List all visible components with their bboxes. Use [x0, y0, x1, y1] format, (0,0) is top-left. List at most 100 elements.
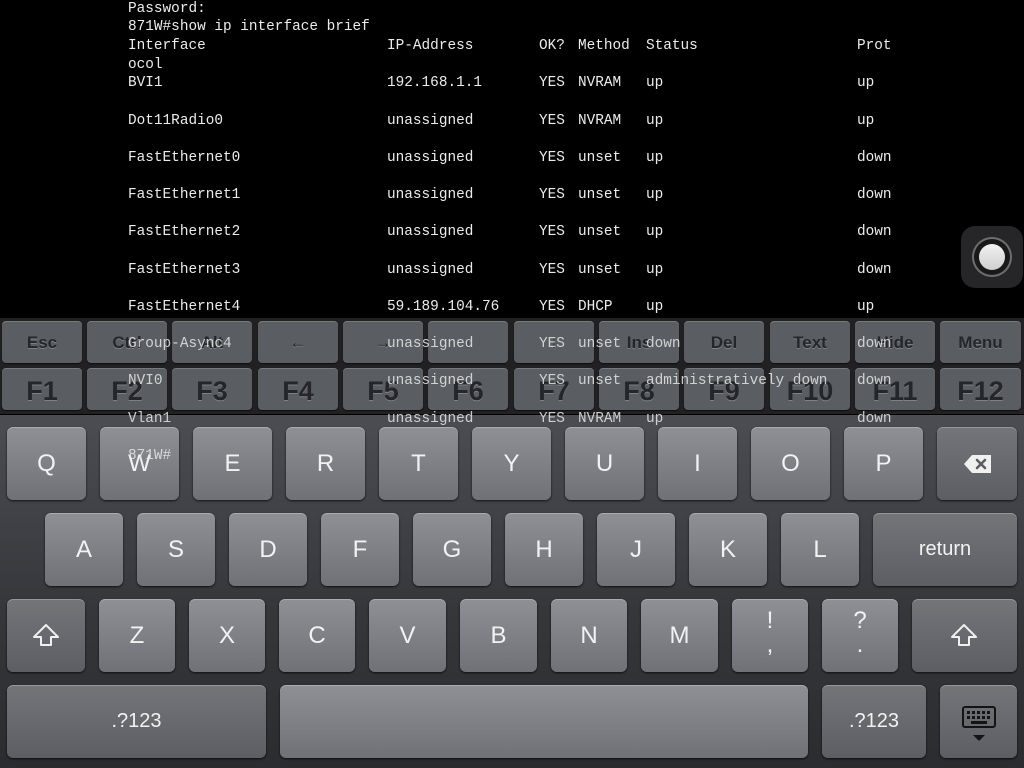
row-method: unset	[578, 187, 622, 203]
key-v[interactable]: V	[369, 599, 446, 672]
right-shift-key[interactable]	[912, 599, 1017, 672]
f7-key[interactable]: F7	[514, 368, 594, 410]
terminal-line-command: 871W#show ip interface brief	[128, 19, 370, 35]
f10-key[interactable]: F10	[770, 368, 850, 410]
key-y[interactable]: Y	[472, 427, 551, 500]
key-d[interactable]: D	[229, 513, 307, 586]
row-protocol: down	[857, 224, 892, 240]
key-bottom-char: .	[856, 631, 864, 658]
key-t[interactable]: T	[379, 427, 458, 500]
f5-key[interactable]: F5	[343, 368, 423, 410]
key-p[interactable]: P	[844, 427, 923, 500]
key-exclaim-comma[interactable]: ! ,	[732, 599, 808, 672]
f12-key[interactable]: F12	[940, 368, 1021, 410]
hide-key[interactable]: Hide	[855, 321, 935, 363]
ins-key[interactable]: Ins	[599, 321, 679, 363]
key-h[interactable]: H	[505, 513, 583, 586]
key-q[interactable]: Q	[7, 427, 86, 500]
arrow-up-key[interactable]: ↑	[428, 321, 508, 363]
key-x[interactable]: X	[189, 599, 265, 672]
text-key[interactable]: Text	[770, 321, 850, 363]
f11-key[interactable]: F11	[855, 368, 935, 410]
arrow-down-key[interactable]: ↓	[514, 321, 594, 363]
f9-key[interactable]: F9	[684, 368, 764, 410]
f8-key[interactable]: F8	[599, 368, 679, 410]
arrow-right-key[interactable]: →	[343, 321, 423, 363]
key-l[interactable]: L	[781, 513, 859, 586]
row-ok: YES	[539, 299, 565, 315]
arrow-left-key[interactable]: ←	[258, 321, 338, 363]
row-interface: FastEthernet0	[128, 150, 241, 166]
f6-key[interactable]: F6	[428, 368, 508, 410]
return-key[interactable]: return	[873, 513, 1017, 586]
key-r[interactable]: R	[286, 427, 365, 500]
row-ok: YES	[539, 150, 565, 166]
row-status: up	[646, 75, 664, 91]
key-g[interactable]: G	[413, 513, 491, 586]
key-k[interactable]: K	[689, 513, 767, 586]
assistive-touch-button[interactable]	[961, 226, 1023, 288]
table-row: FastEthernet3 unassigned YES unset up do…	[128, 261, 892, 279]
row-protocol: down	[857, 262, 892, 278]
onscreen-keyboard: Q W E R T Y U I O P A S D F G H J K L re…	[0, 415, 1024, 768]
row-protocol: up	[857, 75, 875, 91]
left-shift-key[interactable]	[7, 599, 85, 672]
key-c[interactable]: C	[279, 599, 355, 672]
table-row: FastEthernet2 unassigned YES unset up do…	[128, 223, 892, 241]
key-top-char: !	[766, 607, 774, 634]
f1-key[interactable]: F1	[2, 368, 82, 410]
menu-key[interactable]: Menu	[940, 321, 1021, 363]
row-ip: unassigned	[387, 224, 474, 240]
row-interface: FastEthernet1	[128, 187, 241, 203]
key-u[interactable]: U	[565, 427, 644, 500]
numbers-key-right[interactable]: .?123	[822, 685, 926, 758]
numbers-key-left[interactable]: .?123	[7, 685, 266, 758]
f2-key[interactable]: F2	[87, 368, 167, 410]
table-header: Interface IP-Address OK? Method Status P…	[128, 37, 892, 55]
row-method: unset	[578, 262, 622, 278]
key-o[interactable]: O	[751, 427, 830, 500]
row-method: NVRAM	[578, 113, 622, 129]
space-key[interactable]	[280, 685, 808, 758]
hide-keyboard-key[interactable]	[940, 685, 1017, 758]
table-header-wrap: ocol	[128, 57, 163, 73]
key-s[interactable]: S	[137, 513, 215, 586]
table-row: FastEthernet1 unassigned YES unset up do…	[128, 186, 892, 204]
key-f[interactable]: F	[321, 513, 399, 586]
backspace-icon	[964, 455, 991, 473]
row-protocol: down	[857, 187, 892, 203]
key-j[interactable]: J	[597, 513, 675, 586]
backspace-key[interactable]	[937, 427, 1017, 500]
row-status: up	[646, 113, 664, 129]
row-status: up	[646, 150, 664, 166]
row-ip: unassigned	[387, 150, 474, 166]
key-b[interactable]: B	[460, 599, 537, 672]
row-method: unset	[578, 224, 622, 240]
row-ok: YES	[539, 75, 565, 91]
table-row: BVI1 192.168.1.1 YES NVRAM up up	[128, 74, 874, 92]
row-ip: unassigned	[387, 113, 474, 129]
row-ok: YES	[539, 224, 565, 240]
key-top-char: ?	[853, 607, 867, 634]
alt-key[interactable]: Alt	[172, 321, 252, 363]
row-interface: BVI1	[128, 75, 163, 91]
ctrl-key[interactable]: Ctrl	[87, 321, 167, 363]
key-n[interactable]: N	[551, 599, 627, 672]
key-m[interactable]: M	[641, 599, 718, 672]
col-ok: OK?	[539, 38, 565, 54]
key-question-period[interactable]: ? .	[822, 599, 898, 672]
key-w[interactable]: W	[100, 427, 179, 500]
key-a[interactable]: A	[45, 513, 123, 586]
key-i[interactable]: I	[658, 427, 737, 500]
function-key-bar: Esc Ctrl Alt ← → ↑ ↓ Ins Del Text Hide M…	[0, 318, 1024, 414]
f4-key[interactable]: F4	[258, 368, 338, 410]
del-key[interactable]: Del	[684, 321, 764, 363]
row-interface: FastEthernet2	[128, 224, 241, 240]
row-protocol: up	[857, 113, 875, 129]
key-bottom-char: ,	[766, 631, 774, 658]
esc-key[interactable]: Esc	[2, 321, 82, 363]
key-e[interactable]: E	[193, 427, 272, 500]
col-method: Method	[578, 38, 630, 54]
f3-key[interactable]: F3	[172, 368, 252, 410]
key-z[interactable]: Z	[99, 599, 175, 672]
